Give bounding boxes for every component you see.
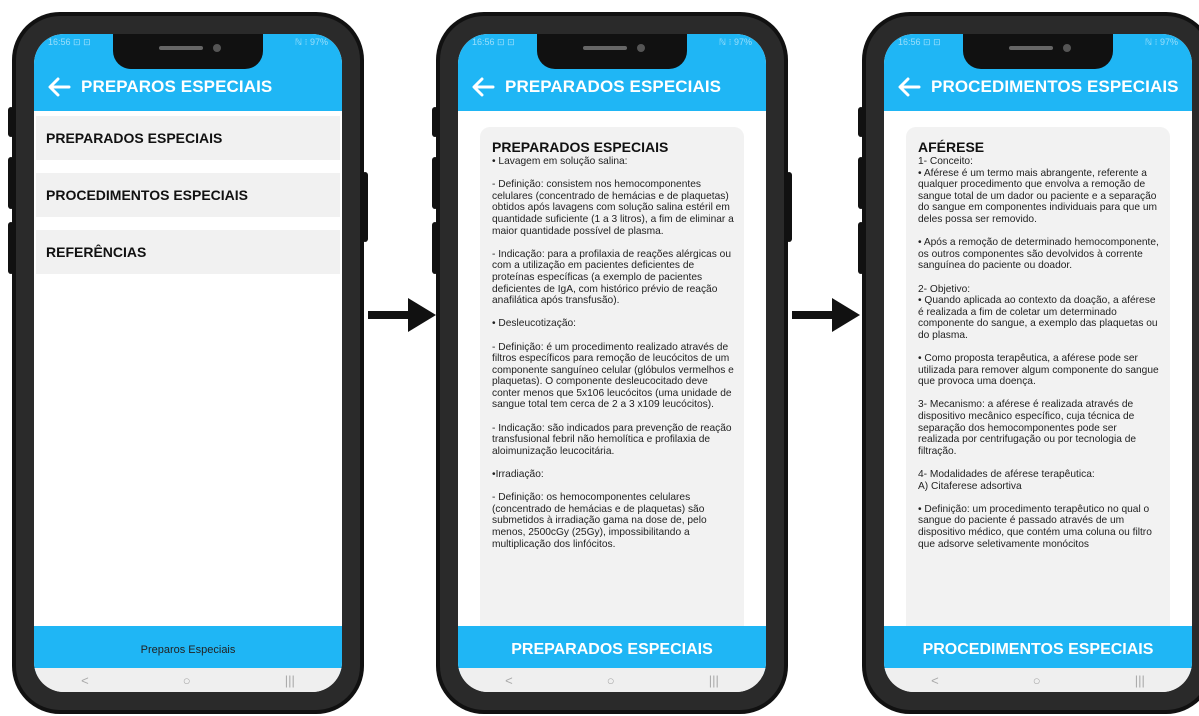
info-card: PREPARADOS ESPECIAIS • Lavagem em soluçã… (480, 127, 744, 630)
preparados-especiais-button[interactable]: PREPARADOS ESPECIAIS (458, 626, 766, 674)
page-title: PREPARADOS ESPECIAIS (505, 77, 722, 96)
nav-recents-icon[interactable]: ||| (285, 673, 295, 688)
card-body-text: • Lavagem em solução salina: - Definição… (492, 156, 734, 550)
nav-home-icon[interactable]: ○ (183, 673, 191, 688)
content-area[interactable]: AFÉRESE 1- Conceito: • Aférese é um term… (884, 111, 1192, 630)
nav-back-icon[interactable]: < (81, 673, 89, 688)
menu-item-referencias[interactable]: REFERÊNCIAS (36, 230, 340, 274)
arrow-left-icon[interactable] (897, 77, 921, 97)
nav-home-icon[interactable]: ○ (1033, 673, 1041, 688)
screen-2: 16:56 ⊡ ⊡ ℕ ⁝ 97% PREPARADOS ESPECIAIS P… (458, 34, 766, 692)
card-title: AFÉRESE (918, 139, 985, 155)
app-bar: 16:56 ⊡ ⊡ ℕ ⁝ 97% PREPARADOS ESPECIAIS (458, 34, 766, 111)
nav-back-icon[interactable]: < (505, 673, 513, 688)
menu-item-procedimentos-especiais[interactable]: PROCEDIMENTOS ESPECIAIS (36, 173, 340, 217)
notch (537, 34, 687, 69)
app-bar: 16:56 ⊡ ⊡ ℕ ⁝ 97% PROCEDIMENTOS ESPECIAI… (884, 34, 1192, 111)
arrow-right-icon (368, 298, 436, 332)
system-nav-bar: < ○ ||| (884, 668, 1192, 692)
menu-list: PREPARADOS ESPECIAIS PROCEDIMENTOS ESPEC… (34, 111, 342, 630)
arrow-left-icon[interactable] (471, 77, 495, 97)
bottom-tab-preparos-especiais[interactable]: Preparos Especiais (34, 626, 342, 674)
status-right: ℕ ⁝ 97% (1144, 37, 1178, 47)
nav-home-icon[interactable]: ○ (607, 673, 615, 688)
system-nav-bar: < ○ ||| (458, 668, 766, 692)
notch (963, 34, 1113, 69)
system-nav-bar: < ○ ||| (34, 668, 342, 692)
status-left: 16:56 ⊡ ⊡ (898, 37, 941, 47)
status-right: ℕ ⁝ 97% (294, 37, 328, 47)
phone-mockup-1: 16:56 ⊡ ⊡ ℕ ⁝ 97% PREPAROS ESPECIAIS PRE… (8, 12, 368, 714)
phone-mockup-3: 16:56 ⊡ ⊡ ℕ ⁝ 97% PROCEDIMENTOS ESPECIAI… (858, 12, 1199, 714)
nav-back-icon[interactable]: < (931, 673, 939, 688)
nav-recents-icon[interactable]: ||| (1135, 673, 1145, 688)
arrow-left-icon[interactable] (47, 77, 71, 97)
app-bar: 16:56 ⊡ ⊡ ℕ ⁝ 97% PREPAROS ESPECIAIS (34, 34, 342, 111)
status-left: 16:56 ⊡ ⊡ (48, 37, 91, 47)
procedimentos-especiais-button[interactable]: PROCEDIMENTOS ESPECIAIS (884, 626, 1192, 674)
nav-recents-icon[interactable]: ||| (709, 673, 719, 688)
page-title: PREPAROS ESPECIAIS (81, 77, 273, 96)
menu-item-preparados-especiais[interactable]: PREPARADOS ESPECIAIS (36, 116, 340, 160)
phone-mockup-2: 16:56 ⊡ ⊡ ℕ ⁝ 97% PREPARADOS ESPECIAIS P… (432, 12, 792, 714)
screen-3: 16:56 ⊡ ⊡ ℕ ⁝ 97% PROCEDIMENTOS ESPECIAI… (884, 34, 1192, 692)
card-title: PREPARADOS ESPECIAIS (492, 139, 669, 155)
notch (113, 34, 263, 69)
status-left: 16:56 ⊡ ⊡ (472, 37, 515, 47)
card-body-text: 1- Conceito: • Aférese é um termo mais a… (918, 156, 1159, 550)
status-right: ℕ ⁝ 97% (718, 37, 752, 47)
screen-1: 16:56 ⊡ ⊡ ℕ ⁝ 97% PREPAROS ESPECIAIS PRE… (34, 34, 342, 692)
info-card: AFÉRESE 1- Conceito: • Aférese é um term… (906, 127, 1170, 630)
arrow-right-icon (792, 298, 860, 332)
page-title: PROCEDIMENTOS ESPECIAIS (931, 77, 1179, 96)
content-area[interactable]: PREPARADOS ESPECIAIS • Lavagem em soluçã… (458, 111, 766, 630)
